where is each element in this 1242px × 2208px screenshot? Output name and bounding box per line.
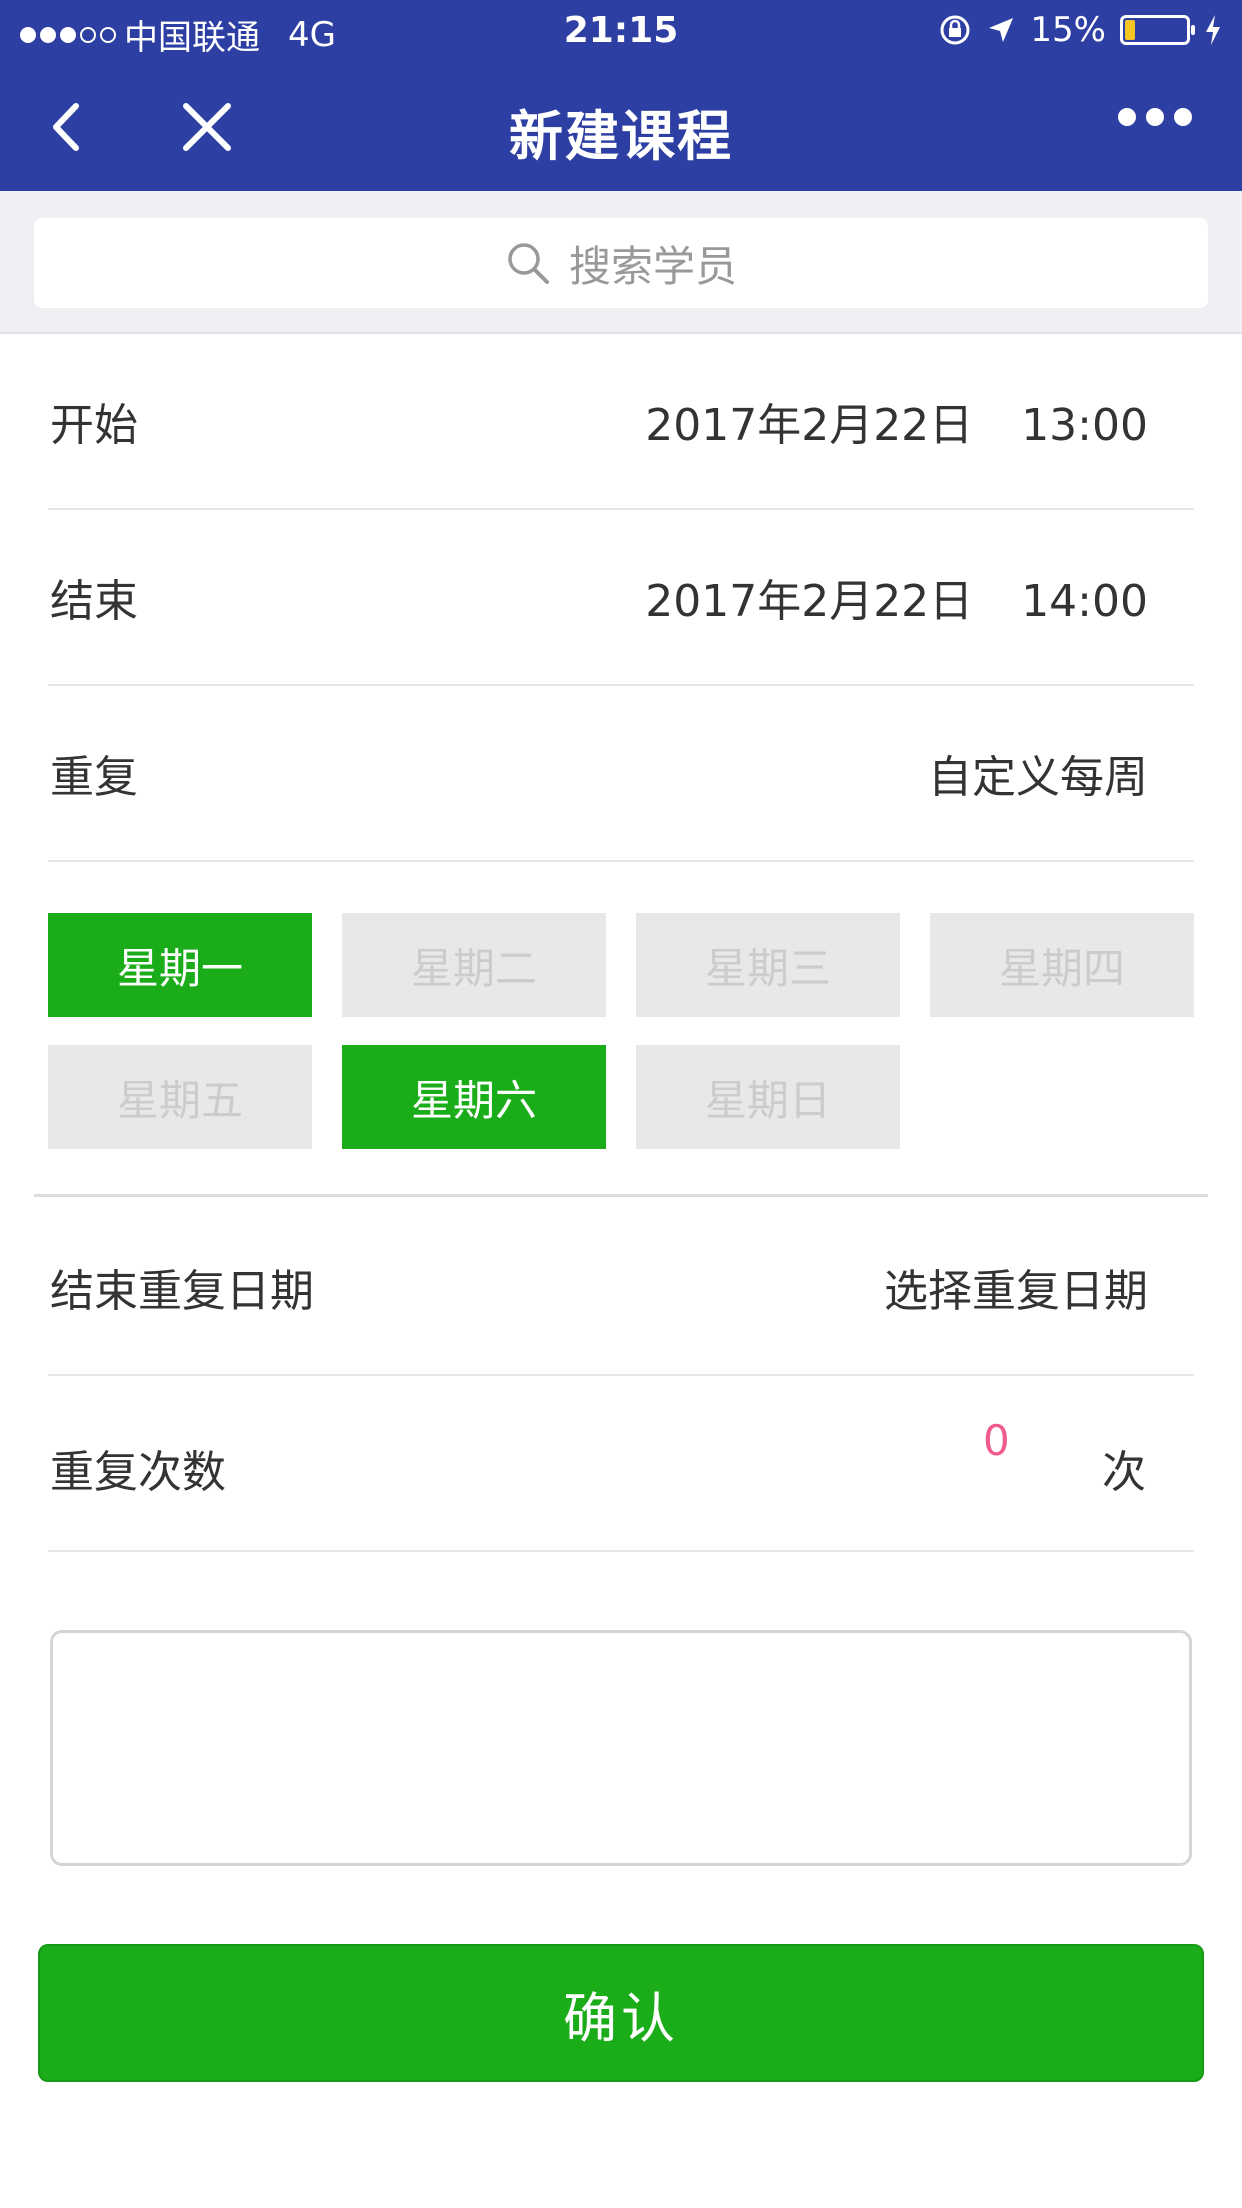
start-date: 2017年2月22日 (645, 400, 974, 451)
end-label: 结束 (50, 576, 138, 627)
end-value[interactable]: 2017年2月22日 14:00 (645, 565, 1194, 629)
weekday-friday[interactable]: 星期五 (48, 1045, 312, 1149)
start-value[interactable]: 2017年2月22日 13:00 (645, 389, 1194, 453)
search-placeholder: 搜索学员 (568, 241, 737, 291)
notes-textarea[interactable] (50, 1630, 1192, 1866)
repeat-row[interactable]: 重复 自定义每周 (48, 686, 1194, 862)
page-title: 新建课程 (509, 105, 733, 168)
orientation-lock-icon (940, 15, 970, 45)
end-date: 2017年2月22日 (645, 576, 974, 627)
location-arrow-icon (989, 18, 1014, 42)
header: 中国联通 4G 21:15 15% 新建课程 (0, 0, 1242, 191)
section-divider (34, 1194, 1208, 1197)
repeat-value[interactable]: 自定义每周 (928, 741, 1194, 805)
battery-icon (1120, 15, 1195, 45)
end-repeat-value[interactable]: 选择重复日期 (884, 1255, 1194, 1319)
battery-percent: 15% (1030, 10, 1106, 50)
repeat-count-row: 重复次数 0 次 (48, 1376, 1194, 1552)
more-icon[interactable] (1118, 108, 1192, 126)
weekday-monday[interactable]: 星期一 (48, 913, 312, 1017)
start-label: 开始 (50, 400, 138, 451)
charging-bolt-icon (1206, 15, 1220, 45)
end-row[interactable]: 结束 2017年2月22日 14:00 (48, 510, 1194, 686)
weekday-thursday[interactable]: 星期四 (930, 913, 1194, 1017)
weekday-saturday[interactable]: 星期六 (342, 1045, 606, 1149)
search-input[interactable]: 搜索学员 (34, 218, 1208, 308)
weekday-sunday[interactable]: 星期日 (636, 1045, 900, 1149)
start-row[interactable]: 开始 2017年2月22日 13:00 (48, 334, 1194, 510)
repeat-label: 重复 (50, 752, 138, 803)
end-repeat-row[interactable]: 结束重复日期 选择重复日期 (48, 1200, 1194, 1376)
end-repeat-label: 结束重复日期 (50, 1266, 314, 1317)
repeat-count-value[interactable]: 0 (983, 1416, 1010, 1465)
weekday-wednesday[interactable]: 星期三 (636, 913, 900, 1017)
status-bar: 中国联通 4G 21:15 15% (0, 0, 1242, 62)
search-bar: 搜索学员 (0, 191, 1242, 334)
end-time: 14:00 (1021, 576, 1148, 627)
weekday-tuesday[interactable]: 星期二 (342, 913, 606, 1017)
repeat-count-label: 重复次数 (50, 1447, 226, 1498)
repeat-count-unit: 次 (1102, 1447, 1146, 1498)
nav-bar: 新建课程 (0, 62, 1242, 191)
start-time: 13:00 (1021, 400, 1148, 451)
status-right: 15% (938, 10, 1222, 50)
search-icon (508, 243, 549, 284)
confirm-button[interactable]: 确认 (38, 1944, 1204, 2082)
